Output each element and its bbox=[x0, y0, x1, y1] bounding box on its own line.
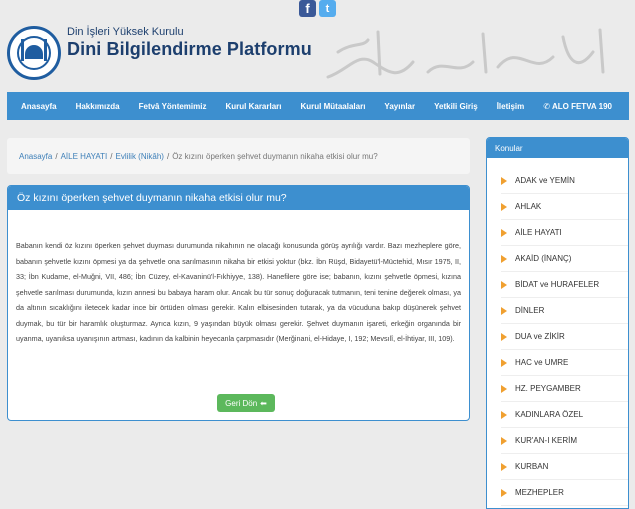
topic-label: AİLE HAYATI bbox=[515, 228, 562, 237]
arrow-right-icon bbox=[501, 358, 507, 367]
topic-label: DUA ve ZİKİR bbox=[515, 332, 565, 341]
breadcrumb-current: Öz kızını öperken şehvet duymanın nikaha… bbox=[172, 151, 378, 161]
nav-kurul-kararlari[interactable]: Kurul Kararları bbox=[225, 102, 281, 111]
article-panel: Öz kızını öperken şehvet duymanın nikaha… bbox=[7, 185, 470, 421]
topic-item[interactable]: AHLAK bbox=[501, 194, 628, 220]
topic-label: AKAİD (İNANÇ) bbox=[515, 254, 572, 263]
arrow-left-icon: ⬅ bbox=[260, 398, 267, 408]
twitter-icon[interactable]: t bbox=[319, 0, 336, 17]
topic-item[interactable]: AKAİD (İNANÇ) bbox=[501, 246, 628, 272]
topic-item[interactable]: MEZHEPLER bbox=[501, 480, 628, 506]
topics-list: ADAK ve YEMİN AHLAK AİLE HAYATI AKAİD (İ… bbox=[487, 168, 628, 506]
topic-item[interactable]: ADAK ve YEMİN bbox=[501, 168, 628, 194]
topic-label: HZ. PEYGAMBER bbox=[515, 384, 581, 393]
facebook-icon[interactable]: f bbox=[299, 0, 316, 17]
topic-item[interactable]: HAC ve UMRE bbox=[501, 350, 628, 376]
arrow-right-icon bbox=[501, 488, 507, 497]
arrow-right-icon bbox=[501, 306, 507, 315]
topic-label: KADINLARA ÖZEL bbox=[515, 410, 584, 419]
topic-label: AHLAK bbox=[515, 202, 542, 211]
arrow-right-icon bbox=[501, 436, 507, 445]
site-subtitle: Din İşleri Yüksek Kurulu bbox=[67, 26, 184, 38]
breadcrumb: Anasayfa / AİLE HAYATI / Evlilik (Nikâh) / … bbox=[7, 138, 470, 174]
phone-icon: ✆ bbox=[543, 101, 550, 111]
breadcrumb-subcategory[interactable]: Evlilik (Nikâh) bbox=[116, 152, 164, 161]
main-nav: Anasayfa Hakkımızda Fetvâ Yöntemimiz Kur… bbox=[7, 92, 629, 120]
arrow-right-icon bbox=[501, 176, 507, 185]
article-body: Babanın kendi öz kızını öperken şehvet d… bbox=[16, 241, 461, 343]
back-button-label: Geri Dön bbox=[225, 398, 258, 408]
nav-fetva-yontemimiz[interactable]: Fetvâ Yöntemimiz bbox=[139, 102, 207, 111]
topic-item[interactable]: KUR'AN-I KERİM bbox=[501, 428, 628, 454]
site-title[interactable]: Dini Bilgilendirme Platformu bbox=[67, 39, 312, 60]
arrow-right-icon bbox=[501, 228, 507, 237]
topic-item[interactable]: DİNLER bbox=[501, 298, 628, 324]
nav-yetkili-giris[interactable]: Yetkili Giriş bbox=[434, 102, 478, 111]
breadcrumb-category[interactable]: AİLE HAYATI bbox=[61, 152, 108, 161]
article-title: Öz kızını öperken şehvet duymanın nikaha… bbox=[8, 186, 469, 210]
social-links: f t bbox=[299, 0, 336, 17]
topic-item[interactable]: KADINLARA ÖZEL bbox=[501, 402, 628, 428]
topic-label: ADAK ve YEMİN bbox=[515, 176, 575, 185]
topic-label: HAC ve UMRE bbox=[515, 358, 569, 367]
calligraphy-banner-icon bbox=[326, 28, 605, 79]
topic-label: KURBAN bbox=[515, 462, 549, 471]
arrow-right-icon bbox=[501, 202, 507, 211]
site-header: Din İşleri Yüksek Kurulu Dini Bilgilendi… bbox=[0, 20, 635, 90]
arrow-right-icon bbox=[501, 410, 507, 419]
sidebar-title: Konular bbox=[487, 138, 628, 158]
topic-label: DİNLER bbox=[515, 306, 545, 315]
back-button[interactable]: Geri Dön ⬅ bbox=[217, 394, 275, 412]
nav-hakkimizda[interactable]: Hakkımızda bbox=[76, 102, 120, 111]
diyanet-logo-icon[interactable] bbox=[7, 26, 61, 80]
nav-iletisim[interactable]: İletişim bbox=[497, 102, 525, 111]
topic-label: MEZHEPLER bbox=[515, 488, 564, 497]
arrow-right-icon bbox=[501, 254, 507, 263]
nav-kurul-mutaalalari[interactable]: Kurul Mütaalaları bbox=[301, 102, 366, 111]
nav-anasayfa[interactable]: Anasayfa bbox=[21, 102, 57, 111]
topic-item[interactable]: AİLE HAYATI bbox=[501, 220, 628, 246]
arrow-right-icon bbox=[501, 280, 507, 289]
arrow-right-icon bbox=[501, 332, 507, 341]
topic-item[interactable]: KURBAN bbox=[501, 454, 628, 480]
arrow-right-icon bbox=[501, 384, 507, 393]
topics-sidebar: Konular ADAK ve YEMİN AHLAK AİLE HAYATI … bbox=[486, 137, 629, 509]
topic-item[interactable]: HZ. PEYGAMBER bbox=[501, 376, 628, 402]
nav-yayinlar[interactable]: Yayınlar bbox=[384, 102, 415, 111]
topic-label: BİDAT ve HURAFELER bbox=[515, 280, 600, 289]
nav-alo-fetva-label: ALO FETVA 190 bbox=[551, 101, 612, 111]
topic-item[interactable]: DUA ve ZİKİR bbox=[501, 324, 628, 350]
nav-alo-fetva[interactable]: ✆ ALO FETVA 190 bbox=[543, 102, 612, 111]
arrow-right-icon bbox=[501, 462, 507, 471]
topic-item[interactable]: BİDAT ve HURAFELER bbox=[501, 272, 628, 298]
breadcrumb-home[interactable]: Anasayfa bbox=[19, 152, 52, 161]
topic-label: KUR'AN-I KERİM bbox=[515, 436, 577, 445]
